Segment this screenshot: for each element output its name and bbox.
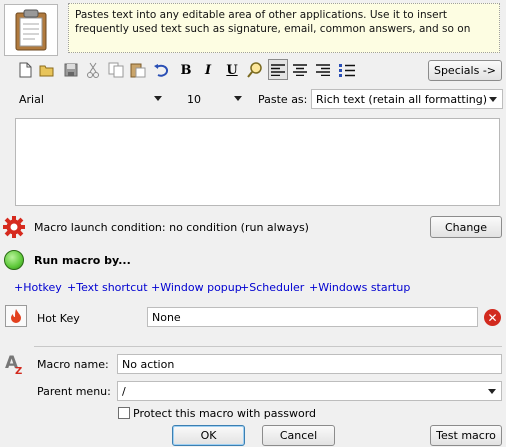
font-select[interactable]: Arial	[15, 89, 167, 109]
parent-menu-value: /	[122, 384, 126, 398]
hotkey-field[interactable]: None	[147, 307, 478, 327]
macro-description: Pastes text into any editable area of ot…	[68, 3, 500, 53]
change-button[interactable]: Change	[430, 216, 502, 238]
hotkey-label: Hot Key	[37, 312, 80, 325]
launch-condition-text: Macro launch condition: no condition (ru…	[34, 221, 309, 234]
protect-password-label: Protect this macro with password	[133, 407, 317, 420]
paste-as-value: Rich text (retain all formatting)	[316, 92, 488, 106]
link-windows-startup[interactable]: +Windows startup	[309, 281, 410, 294]
chevron-down-icon	[154, 96, 162, 101]
new-document-icon[interactable]	[16, 60, 34, 80]
specials-button[interactable]: Specials ->	[428, 60, 502, 81]
protect-password-checkbox[interactable]	[118, 407, 130, 419]
macro-name-field[interactable]: No action	[117, 354, 502, 374]
ok-button[interactable]: OK	[172, 425, 245, 446]
link-window-popup[interactable]: +Window popup	[151, 281, 242, 294]
font-size-value: 10	[187, 92, 201, 106]
open-folder-icon[interactable]	[38, 60, 56, 80]
sort-az-icon: AZ	[4, 352, 26, 377]
chevron-down-icon	[489, 97, 497, 102]
bold-icon[interactable]: B	[177, 60, 195, 80]
paste-icon[interactable]	[129, 60, 147, 80]
remove-hotkey-icon[interactable]: ✕	[484, 309, 501, 326]
hotkey-icon	[5, 305, 27, 327]
cancel-button[interactable]: Cancel	[262, 425, 335, 446]
paste-as-select[interactable]: Rich text (retain all formatting)	[311, 89, 503, 109]
chevron-down-icon	[488, 389, 496, 394]
text-editor[interactable]	[15, 118, 500, 206]
separator	[34, 346, 502, 347]
parent-menu-label: Parent menu:	[37, 385, 111, 398]
undo-icon[interactable]	[152, 60, 170, 80]
font-value: Arial	[19, 92, 44, 106]
save-icon[interactable]	[62, 60, 80, 80]
align-center-icon[interactable]	[291, 60, 309, 80]
copy-icon[interactable]	[107, 60, 125, 80]
bullet-list-icon[interactable]	[338, 60, 356, 80]
link-hotkey[interactable]: +Hotkey	[14, 281, 62, 294]
find-icon[interactable]	[246, 60, 264, 80]
run-macro-title: Run macro by...	[34, 254, 131, 267]
macro-name-label: Macro name:	[37, 358, 109, 371]
align-left-icon[interactable]	[268, 59, 288, 80]
underline-icon[interactable]: U	[223, 60, 241, 80]
link-scheduler[interactable]: +Scheduler	[240, 281, 304, 294]
align-right-icon[interactable]	[314, 60, 332, 80]
link-text-shortcut[interactable]: +Text shortcut	[67, 281, 148, 294]
italic-icon[interactable]: I	[199, 60, 217, 80]
clipboard-icon	[4, 4, 58, 56]
svg-text:Z: Z	[15, 366, 22, 376]
cut-icon[interactable]	[84, 60, 102, 80]
font-size-select[interactable]: 10	[183, 89, 247, 109]
gear-icon	[3, 216, 25, 238]
parent-menu-select[interactable]: /	[117, 381, 502, 401]
chevron-down-icon	[234, 96, 242, 101]
run-status-icon	[4, 250, 24, 270]
test-macro-button[interactable]: Test macro	[430, 425, 502, 446]
paste-as-label: Paste as:	[258, 93, 308, 106]
